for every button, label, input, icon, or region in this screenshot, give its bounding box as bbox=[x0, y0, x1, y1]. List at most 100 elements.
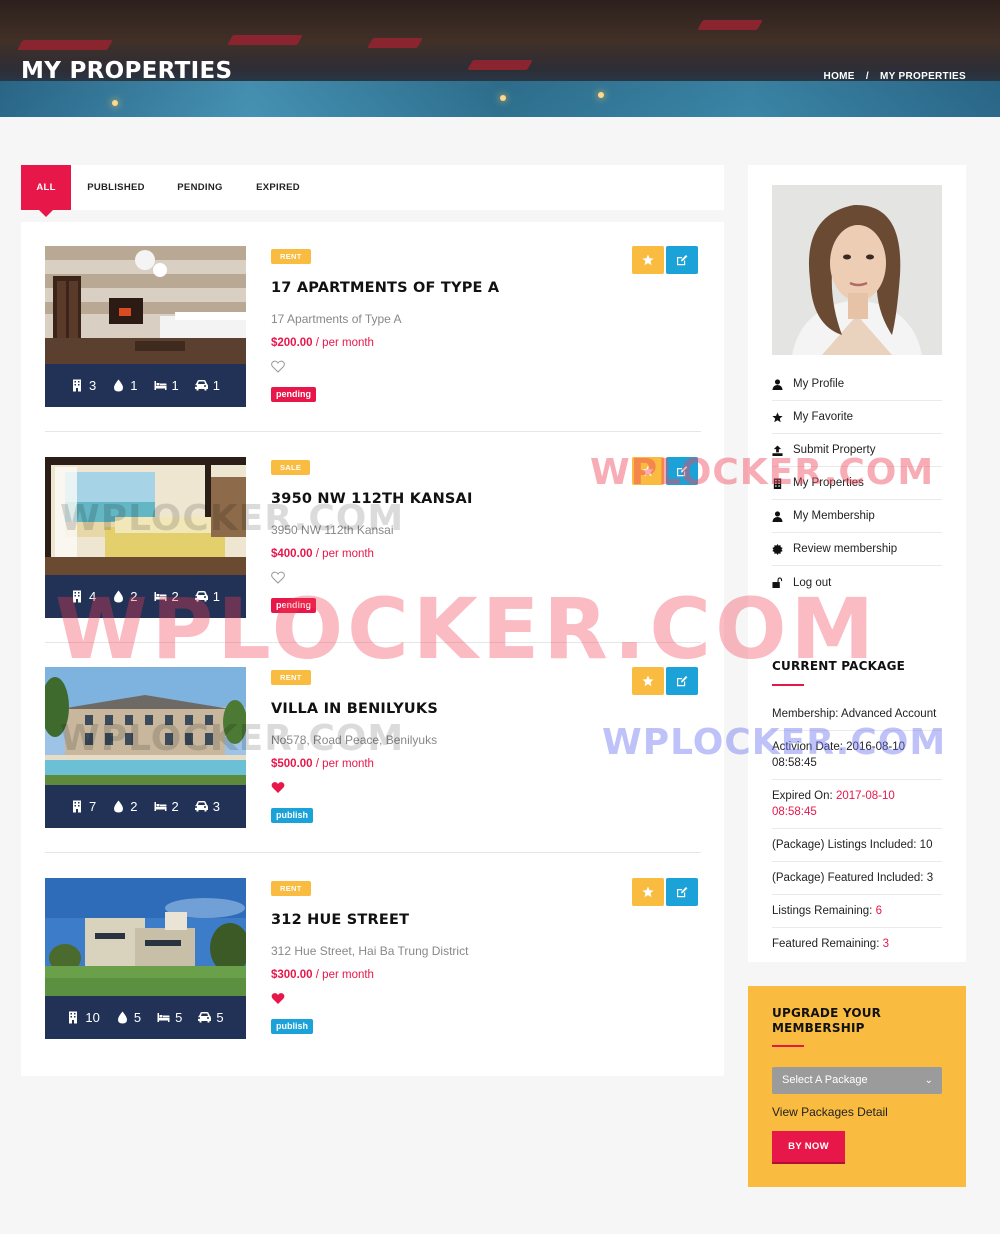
property-card: 3 1 1 1 RENT 17 APARTMENTS OF TYPE A 17 Apa… bbox=[45, 246, 701, 408]
property-status-badge: publish bbox=[271, 808, 313, 823]
favorite-toggle[interactable] bbox=[271, 781, 285, 794]
car-icon bbox=[194, 591, 208, 602]
menu-item-my-profile[interactable]: My Profile bbox=[772, 368, 942, 401]
property-card: 7 2 2 3 RENT VILLA IN BENILYUKS No578, Road… bbox=[45, 667, 701, 829]
menu-item-label: Log out bbox=[793, 576, 832, 589]
stat-beds: 2 bbox=[154, 589, 179, 604]
star-icon bbox=[642, 465, 654, 477]
account-menu: My Profile My Favorite Submit Property M… bbox=[772, 368, 942, 599]
stat-rooms: 3 bbox=[71, 378, 96, 393]
package-listings-remaining-row: Listings Remaining: 6 bbox=[772, 895, 942, 928]
stat-value: 5 bbox=[216, 1010, 224, 1025]
package-select[interactable]: Select A Package ⌄ bbox=[772, 1067, 942, 1094]
menu-item-review-membership[interactable]: Review membership bbox=[772, 533, 942, 566]
drop-icon bbox=[117, 1011, 127, 1024]
tab-expired[interactable]: EXPIRED bbox=[249, 165, 307, 210]
property-title-link[interactable]: 312 HUE STREET bbox=[271, 912, 409, 928]
property-title-link[interactable]: 17 APARTMENTS OF TYPE A bbox=[271, 280, 499, 296]
property-stats-bar: 4 2 2 1 bbox=[45, 575, 246, 618]
tab-pending[interactable]: PENDING bbox=[169, 165, 231, 210]
menu-item-log-out[interactable]: Log out bbox=[772, 566, 942, 599]
buy-now-button[interactable]: BY NOW bbox=[772, 1131, 845, 1162]
stat-rooms: 10 bbox=[67, 1010, 100, 1025]
property-type-badge: RENT bbox=[271, 249, 311, 264]
stat-garages: 3 bbox=[194, 799, 220, 814]
property-address: 17 Apartments of Type A bbox=[271, 312, 402, 326]
edit-button[interactable] bbox=[666, 246, 698, 274]
stat-value: 2 bbox=[171, 589, 179, 604]
tab-all[interactable]: ALL bbox=[21, 165, 71, 217]
property-image[interactable] bbox=[45, 457, 246, 575]
edit-icon bbox=[677, 887, 688, 898]
property-image[interactable] bbox=[45, 667, 246, 785]
menu-item-label: My Favorite bbox=[793, 411, 854, 423]
feature-button[interactable] bbox=[632, 878, 664, 906]
edit-button[interactable] bbox=[666, 457, 698, 485]
edit-button[interactable] bbox=[666, 878, 698, 906]
page-banner: MY PROPERTIES HOME / MY PROPERTIES bbox=[0, 0, 1000, 117]
menu-item-my-properties[interactable]: My Properties bbox=[772, 467, 942, 500]
user-icon bbox=[772, 378, 783, 390]
favorite-toggle[interactable] bbox=[271, 571, 285, 584]
property-type-badge: RENT bbox=[271, 881, 311, 896]
stat-beds: 1 bbox=[154, 378, 179, 393]
avatar-portrait-image bbox=[772, 185, 942, 355]
building-icon bbox=[73, 800, 82, 813]
edit-icon bbox=[677, 676, 688, 687]
building-icon bbox=[73, 379, 82, 392]
edit-icon bbox=[677, 466, 688, 477]
star-icon bbox=[642, 254, 654, 266]
profile-sidebar: My Profile My Favorite Submit Property M… bbox=[748, 165, 966, 962]
property-image[interactable] bbox=[45, 246, 246, 364]
stat-value: 2 bbox=[130, 589, 138, 604]
tab-published[interactable]: PUBLISHED bbox=[81, 165, 151, 210]
user-icon bbox=[772, 510, 783, 522]
stat-value: 5 bbox=[175, 1010, 183, 1025]
favorite-toggle[interactable] bbox=[271, 992, 285, 1005]
feature-button[interactable] bbox=[632, 246, 664, 274]
favorite-toggle[interactable] bbox=[271, 360, 285, 373]
car-icon bbox=[198, 1012, 212, 1023]
property-title-link[interactable]: 3950 NW 112TH KANSAI bbox=[271, 491, 473, 507]
current-package-details: Membership: Advanced Account Activion Da… bbox=[772, 698, 942, 960]
unlock-icon bbox=[772, 577, 783, 588]
package-expired-row: Expired On: 2017-08-10 08:58:45 bbox=[772, 780, 942, 829]
car-icon bbox=[194, 380, 208, 391]
stat-rooms: 7 bbox=[71, 799, 96, 814]
property-list: 3 1 1 1 RENT 17 APARTMENTS OF TYPE A 17 Apa… bbox=[21, 222, 724, 1076]
heading-underline bbox=[772, 1045, 804, 1047]
property-address: 312 Hue Street, Hai Ba Trung District bbox=[271, 944, 469, 958]
menu-item-my-favorite[interactable]: My Favorite bbox=[772, 401, 942, 434]
upgrade-membership-box: UPGRADE YOUR MEMBERSHIP Select A Package… bbox=[748, 986, 966, 1187]
stat-garages: 1 bbox=[194, 378, 220, 393]
heart-outline-icon bbox=[271, 360, 285, 373]
property-title-link[interactable]: VILLA IN BENILYUKS bbox=[271, 701, 438, 717]
menu-item-my-membership[interactable]: My Membership bbox=[772, 500, 942, 533]
breadcrumb-home-link[interactable]: HOME bbox=[824, 71, 855, 82]
current-package-heading: CURRENT PACKAGE bbox=[772, 659, 906, 673]
breadcrumb: HOME / MY PROPERTIES bbox=[824, 71, 966, 82]
feature-button[interactable] bbox=[632, 667, 664, 695]
property-stats-bar: 3 1 1 1 bbox=[45, 364, 246, 407]
property-status-badge: pending bbox=[271, 387, 316, 402]
property-status-badge: pending bbox=[271, 598, 316, 613]
drop-icon bbox=[114, 379, 124, 392]
property-stats-bar: 7 2 2 3 bbox=[45, 785, 246, 828]
property-address: 3950 NW 112th Kansai bbox=[271, 523, 394, 537]
stat-value: 1 bbox=[212, 378, 220, 393]
menu-item-label: Submit Property bbox=[793, 444, 876, 456]
stat-beds: 2 bbox=[154, 799, 179, 814]
view-packages-link[interactable]: View Packages Detail bbox=[772, 1105, 888, 1119]
property-image[interactable] bbox=[45, 878, 246, 996]
heart-filled-icon bbox=[271, 782, 285, 793]
property-stats-bar: 10 5 5 5 bbox=[45, 996, 246, 1039]
chevron-down-icon: ⌄ bbox=[924, 1075, 933, 1086]
stat-value: 7 bbox=[89, 799, 97, 814]
star-icon bbox=[642, 675, 654, 687]
package-featured-remaining-row: Featured Remaining: 3 bbox=[772, 938, 890, 950]
menu-item-submit-property[interactable]: Submit Property bbox=[772, 434, 942, 467]
feature-button[interactable] bbox=[632, 457, 664, 485]
list-divider bbox=[45, 642, 701, 643]
breadcrumb-current: MY PROPERTIES bbox=[880, 71, 966, 82]
edit-button[interactable] bbox=[666, 667, 698, 695]
